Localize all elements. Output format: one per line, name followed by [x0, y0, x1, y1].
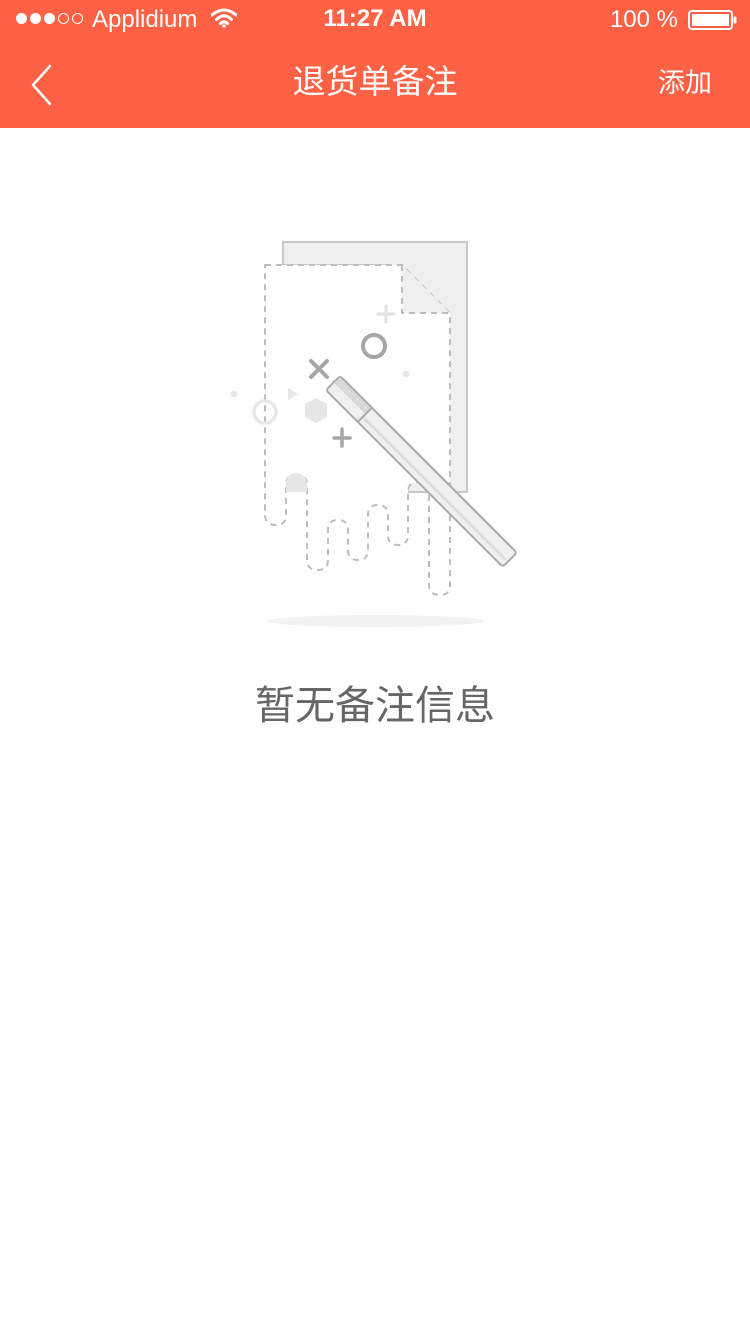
status-bar: Applidium 11:27 AM 100 % [0, 0, 750, 40]
empty-document-icon [230, 241, 517, 627]
battery-icon [688, 10, 737, 30]
battery-percentage: 100 % [609, 6, 678, 33]
add-button[interactable]: 添加 [658, 65, 712, 101]
navigation-bar: 退货单备注 添加 [0, 40, 750, 128]
empty-state-message: 暂无备注信息 [255, 684, 495, 728]
header: Applidium 11:27 AM 100 % 退货单备注 添加 [0, 0, 750, 128]
page-title: 退货单备注 [292, 63, 458, 100]
chevron-left-icon [31, 64, 52, 106]
back-button[interactable] [18, 60, 68, 110]
